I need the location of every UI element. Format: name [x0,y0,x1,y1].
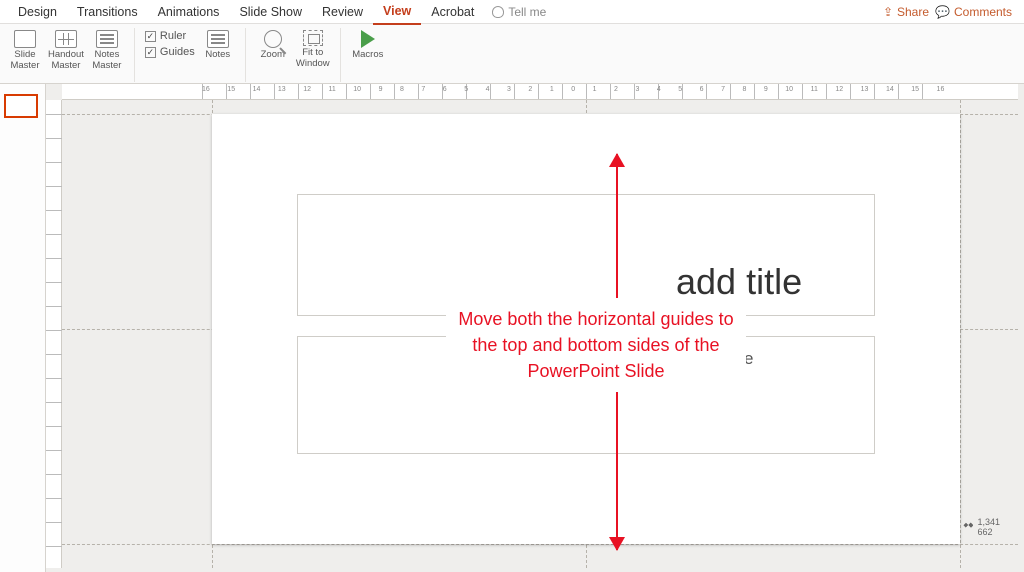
zoom-label: Zoom [261,50,285,61]
zoom-button[interactable]: Zoom [256,28,290,61]
menu-view[interactable]: View [373,0,421,25]
menu-slideshow[interactable]: Slide Show [229,0,312,24]
share-button[interactable]: ⇪ Share [883,5,929,19]
fit-window-icon [303,30,323,46]
slide-master-icon [14,30,36,48]
handout-master-icon [55,30,77,48]
notes-icon [207,30,229,48]
guides-label: Guides [160,46,195,58]
notes-master-label: Notes Master [92,50,121,72]
share-icon: ⇪ [883,5,893,19]
workspace: 1615141312111098765432101234567891011121… [0,84,1024,572]
subtitle-placeholder[interactable]: dd subtitle [297,336,875,454]
menu-bar: Design Transitions Animations Slide Show… [0,0,1024,24]
tell-me[interactable]: Tell me [492,5,546,19]
slide-thumbnails [0,84,46,572]
notes-master-icon [96,30,118,48]
slide[interactable]: add title dd subtitle Move both the hori… [212,114,960,544]
menu-acrobat[interactable]: Acrobat [421,0,484,24]
fit-to-window-button[interactable]: Fit to Window [296,28,330,70]
subtitle-placeholder-text: dd subtitle [676,349,754,369]
canvas: 1615141312111098765432101234567891011121… [46,84,1024,572]
comment-icon: 💬 [935,5,950,19]
macros-button[interactable]: Macros [351,28,385,61]
ruler-label: Ruler [160,30,186,42]
play-icon [361,30,375,48]
stage[interactable]: add title dd subtitle Move both the hori… [62,100,1018,568]
ruler-checkbox[interactable]: ✓ Ruler [145,30,195,42]
ruler-numbers: 1615141312111098765432101234567891011121… [202,86,944,93]
guide-vertical-right[interactable] [960,100,961,568]
menu-design[interactable]: Design [8,0,67,24]
slide-thumb-1[interactable] [4,94,38,118]
horizontal-ruler: 1615141312111098765432101234567891011121… [62,84,1018,100]
checkbox-icon: ✓ [145,47,156,58]
tell-me-label: Tell me [508,5,546,19]
slide-master-button[interactable]: Slide Master [8,28,42,72]
zoom-icon [264,30,282,48]
notes-master-button[interactable]: Notes Master [90,28,124,72]
group-zoom: Zoom Fit to Window [256,28,341,82]
checkbox-icon: ✓ [145,31,156,42]
fit-label: Fit to Window [296,48,330,70]
group-macros: Macros [351,28,395,82]
group-show: ✓ Ruler ✓ Guides Notes [145,28,246,82]
vertical-ruler [46,100,62,568]
cursor-position: 1,341 662 [977,518,1000,538]
share-label: Share [897,5,929,19]
menu-transitions[interactable]: Transitions [67,0,148,24]
menu-animations[interactable]: Animations [148,0,230,24]
title-placeholder[interactable]: add title [297,194,875,316]
handout-master-button[interactable]: Handout Master [48,28,84,72]
arrow-up-icon [609,153,625,167]
macros-label: Macros [352,50,383,61]
guides-checkbox[interactable]: ✓ Guides [145,46,195,58]
ribbon: Slide Master Handout Master Notes Master… [0,24,1024,84]
bulb-icon [492,6,504,18]
handout-master-label: Handout Master [48,50,84,72]
notes-btn-label: Notes [205,50,230,61]
comments-label: Comments [954,5,1012,19]
group-masters: Slide Master Handout Master Notes Master [8,28,135,82]
guide-horizontal-bottom[interactable] [62,544,1018,545]
slide-master-label: Slide Master [10,50,39,72]
notes-button[interactable]: Notes [201,28,235,61]
menu-review[interactable]: Review [312,0,373,24]
title-placeholder-text: add title [676,261,802,303]
comments-button[interactable]: 💬 Comments [935,5,1012,19]
